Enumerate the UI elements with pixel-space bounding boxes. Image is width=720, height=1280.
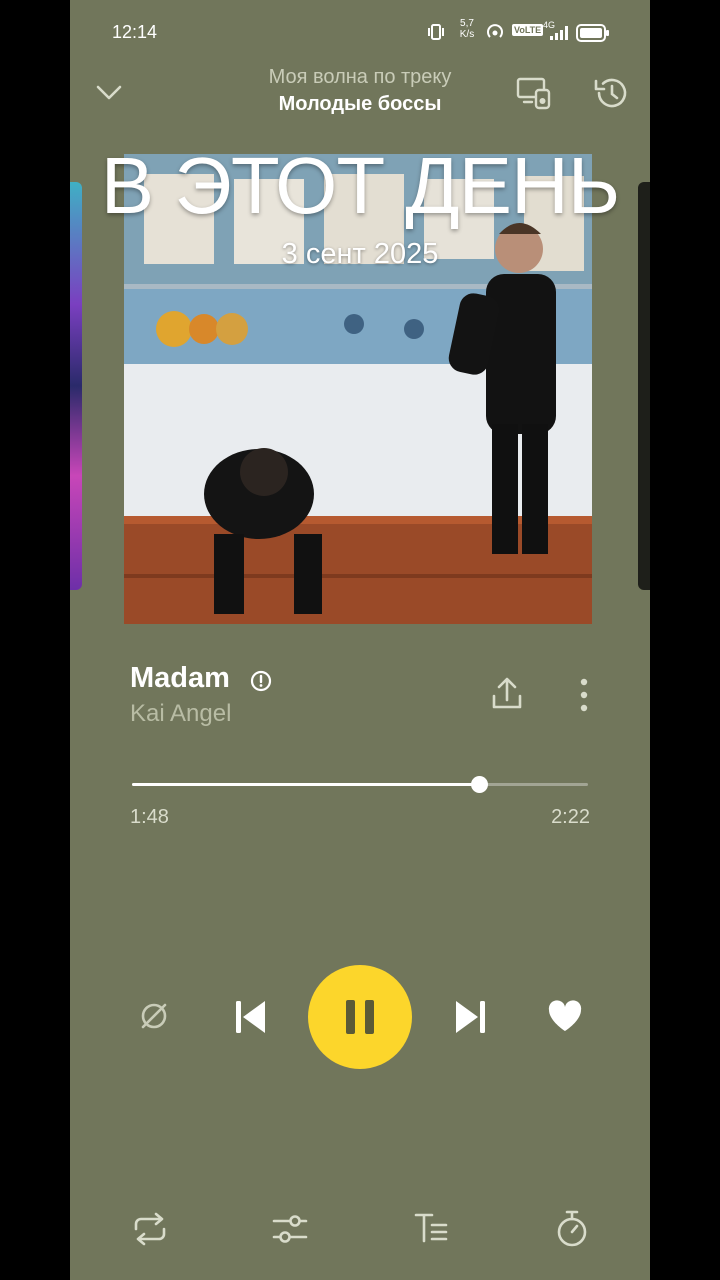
previous-icon bbox=[236, 1001, 265, 1033]
overlay-title: В ЭТОТ ДЕНЬ bbox=[100, 141, 621, 230]
like-button[interactable] bbox=[546, 998, 584, 1034]
next-icon bbox=[456, 1001, 485, 1033]
battery-icon bbox=[576, 23, 610, 43]
pause-icon bbox=[346, 1000, 374, 1034]
pause-button[interactable] bbox=[308, 965, 412, 1069]
dislike-icon bbox=[141, 1003, 167, 1029]
lyrics-icon bbox=[414, 1213, 448, 1243]
progress-fill bbox=[132, 783, 480, 786]
progress-handle[interactable] bbox=[471, 776, 489, 793]
explicit-icon bbox=[250, 670, 272, 692]
equalizer-button[interactable] bbox=[270, 1210, 310, 1248]
history-icon bbox=[594, 78, 627, 108]
track-artist[interactable]: Kai Angel bbox=[130, 700, 231, 728]
progress-track[interactable] bbox=[132, 776, 588, 793]
header-title[interactable]: Молодые боссы bbox=[170, 93, 550, 116]
lyrics-button[interactable] bbox=[412, 1210, 452, 1248]
timer-button[interactable] bbox=[552, 1208, 592, 1250]
history-button[interactable] bbox=[592, 76, 630, 110]
cast-button[interactable] bbox=[516, 76, 552, 110]
dislike-button[interactable] bbox=[136, 998, 172, 1034]
cast-device-icon bbox=[516, 77, 551, 110]
next-button[interactable] bbox=[452, 997, 490, 1037]
status-time: 12:14 bbox=[112, 22, 158, 42]
collapse-button[interactable] bbox=[94, 80, 124, 104]
equalizer-icon bbox=[272, 1215, 308, 1243]
net-speed-value: 5,7 bbox=[460, 18, 474, 29]
volte-badge: VoLTE bbox=[512, 24, 544, 36]
previous-button[interactable] bbox=[231, 997, 269, 1037]
more-vertical-icon bbox=[580, 678, 588, 712]
repeat-icon bbox=[134, 1212, 166, 1246]
heart-icon bbox=[548, 1000, 582, 1031]
net-speed-unit: K/s bbox=[459, 29, 475, 40]
vibrate-icon bbox=[426, 22, 446, 42]
more-button[interactable] bbox=[574, 676, 594, 714]
track-title[interactable]: Madam bbox=[130, 662, 230, 695]
share-button[interactable] bbox=[490, 676, 524, 712]
chevron-down-icon bbox=[96, 85, 122, 100]
hotspot-icon bbox=[484, 22, 506, 42]
repeat-button[interactable] bbox=[130, 1210, 170, 1248]
signal-icon bbox=[550, 26, 568, 40]
share-icon bbox=[492, 677, 522, 709]
timer-icon bbox=[557, 1210, 587, 1247]
net-speed: 5,7 K/s bbox=[455, 18, 479, 40]
elapsed-time: 1:48 bbox=[130, 806, 169, 828]
total-time: 2:22 bbox=[551, 806, 590, 828]
header-subtitle: Моя волна по треку bbox=[268, 66, 452, 88]
overlay-date: 3 сент 2025 bbox=[281, 238, 439, 270]
